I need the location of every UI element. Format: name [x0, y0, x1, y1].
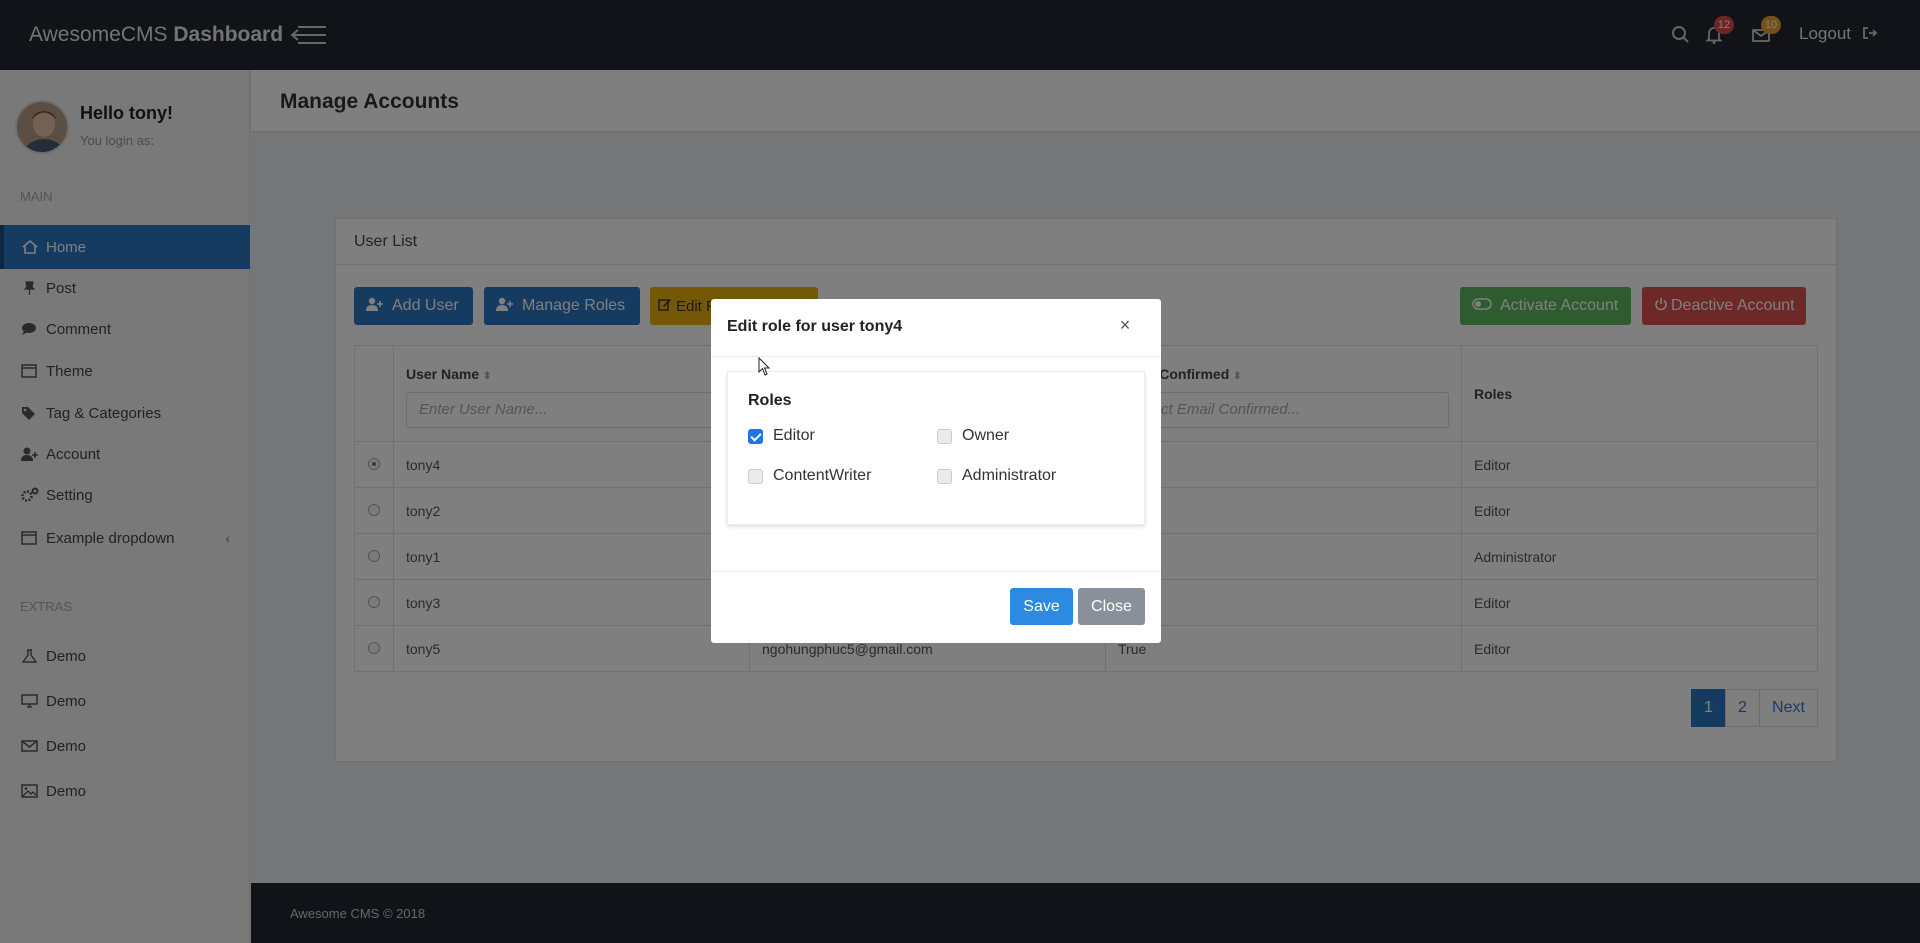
edit-role-modal: Edit role for user tony4 × Roles Editor … [711, 299, 1161, 643]
mouse-cursor-icon [758, 357, 771, 376]
role-label: Administrator [962, 467, 1057, 484]
roles-label: Roles [748, 392, 792, 409]
checkbox-unchecked-icon[interactable] [748, 468, 763, 484]
modal-header-divider [711, 356, 1161, 357]
modal-title: Edit role for user tony4 [727, 318, 903, 335]
role-administrator-checkbox[interactable]: Administrator [937, 467, 1056, 485]
role-editor-checkbox[interactable]: Editor [748, 427, 815, 445]
save-button[interactable]: Save [1010, 588, 1073, 625]
role-label: Editor [773, 427, 815, 444]
role-owner-checkbox[interactable]: Owner [937, 427, 1009, 445]
roles-panel: Roles Editor Owner ContentWriter Adminis… [727, 371, 1145, 525]
role-contentwriter-checkbox[interactable]: ContentWriter [748, 467, 871, 485]
close-button[interactable]: Close [1078, 588, 1145, 625]
checkbox-unchecked-icon[interactable] [937, 428, 952, 444]
checkbox-checked-icon[interactable] [748, 428, 763, 444]
role-label: ContentWriter [773, 467, 872, 484]
role-label: Owner [962, 427, 1010, 444]
close-icon[interactable]: × [1113, 315, 1137, 339]
modal-footer-divider [711, 571, 1161, 572]
checkbox-unchecked-icon[interactable] [937, 468, 952, 484]
